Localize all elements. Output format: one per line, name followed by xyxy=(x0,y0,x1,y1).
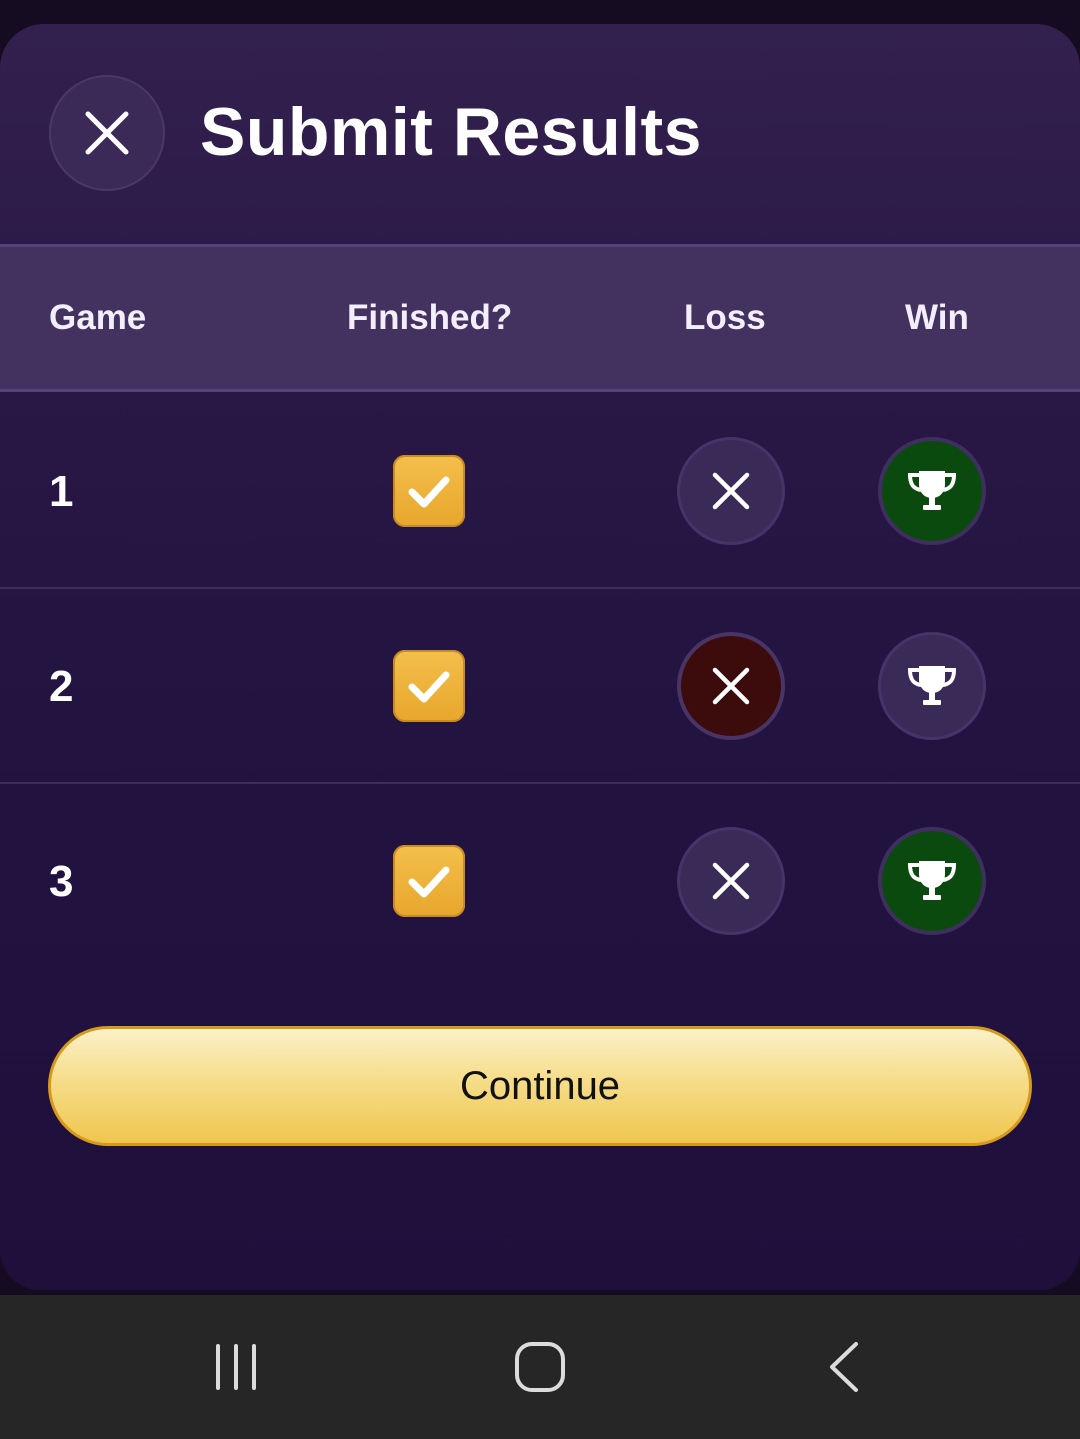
game-number: 2 xyxy=(49,662,74,711)
continue-button[interactable]: Continue xyxy=(48,1026,1032,1146)
system-nav-bar xyxy=(0,1295,1080,1439)
trophy-icon xyxy=(907,861,957,900)
win-button[interactable] xyxy=(878,827,986,935)
table-row: 1 xyxy=(0,394,1080,589)
table-header: Game Finished? Loss Win xyxy=(0,244,1080,392)
column-header-loss: Loss xyxy=(684,298,766,337)
close-icon xyxy=(712,667,750,705)
back-button[interactable] xyxy=(784,1295,904,1439)
checkmark-icon xyxy=(408,671,450,703)
close-button[interactable] xyxy=(49,75,165,191)
back-icon xyxy=(830,1342,858,1392)
loss-button[interactable] xyxy=(677,437,785,545)
column-header-finished: Finished? xyxy=(347,298,513,337)
loss-button[interactable] xyxy=(677,827,785,935)
home-button[interactable] xyxy=(480,1295,600,1439)
loss-button[interactable] xyxy=(677,632,785,740)
win-button[interactable] xyxy=(878,437,986,545)
checkmark-icon xyxy=(408,476,450,508)
finished-checkbox[interactable] xyxy=(393,650,465,722)
page-title: Submit Results xyxy=(200,94,702,170)
trophy-icon xyxy=(907,666,957,705)
table-row: 2 xyxy=(0,589,1080,784)
sheet-header: Submit Results xyxy=(0,24,1080,244)
column-header-game: Game xyxy=(49,298,147,337)
recent-apps-button[interactable] xyxy=(178,1295,298,1439)
submit-results-sheet: Submit Results Game Finished? Loss Win 1 xyxy=(0,24,1080,1290)
recent-apps-icon xyxy=(216,1344,256,1390)
home-icon xyxy=(515,1342,565,1392)
game-number: 1 xyxy=(49,467,74,516)
close-icon xyxy=(85,111,129,155)
finished-checkbox[interactable] xyxy=(393,455,465,527)
checkmark-icon xyxy=(408,866,450,898)
win-button[interactable] xyxy=(878,632,986,740)
column-header-win: Win xyxy=(905,298,969,337)
game-number: 3 xyxy=(49,857,74,906)
trophy-icon xyxy=(907,471,957,510)
table-row: 3 xyxy=(0,784,1080,979)
close-icon xyxy=(712,472,750,510)
screen: Submit Results Game Finished? Loss Win 1 xyxy=(0,0,1080,1439)
finished-checkbox[interactable] xyxy=(393,845,465,917)
close-icon xyxy=(712,862,750,900)
